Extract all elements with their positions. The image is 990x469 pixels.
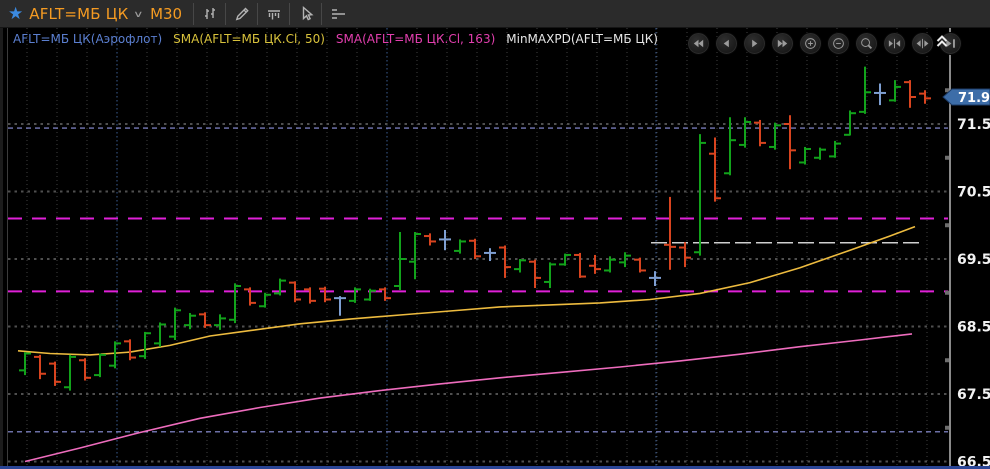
timeframe-selector[interactable]: M30 [150,5,182,23]
chart-panel: 71.570.569.568.567.566.571.9 AFLT=МБ ЦК(… [0,28,990,469]
compress-scale-button[interactable] [883,32,906,55]
scroll-left-button[interactable] [715,32,738,55]
chart-nav-controls [687,32,962,55]
toolbar-separator [257,3,258,25]
toolbar-separator [225,3,226,25]
favorite-star-icon[interactable]: ★ [8,0,23,28]
legend-minmaxpd: MinMAXPD(AFLT=МБ ЦК) [506,32,658,46]
price-axis-label: 71.5 [957,117,990,133]
expand-scale-button[interactable] [911,32,934,55]
collapse-chevron-icon[interactable] [934,33,950,49]
toolbar-separator [289,3,290,25]
chart-plot[interactable]: 71.570.569.568.567.566.571.9 [0,28,990,469]
chevron-down-icon[interactable]: ∨ [133,10,144,20]
current-price-value: 71.9 [958,91,990,106]
indicator-icon[interactable] [259,2,288,26]
price-axis-label: 67.5 [957,387,990,403]
legend-sma163: SMA(AFLT=МБ ЦК.Cl, 163) [336,32,495,46]
price-axis-label: 69.5 [957,252,990,268]
trading-terminal-window: ★ AFLT=МБ ЦК ∨ M30 71.570.569.568.567.56… [0,0,990,469]
instrument-selector[interactable]: AFLT=МБ ЦК [29,5,128,23]
scroll-right-button[interactable] [743,32,766,55]
cursor-icon[interactable] [291,2,320,26]
zoom-out-button[interactable] [827,32,850,55]
scroll-fast-left-button[interactable] [687,32,710,55]
price-axis-label: 70.5 [957,185,990,201]
toolbar-separator [193,3,194,25]
chart-style-icon[interactable] [195,2,224,26]
toolbar-separator [321,3,322,25]
price-axis-label: 68.5 [957,320,990,336]
chart-toolbar: ★ AFLT=МБ ЦК ∨ M30 [0,0,990,28]
draw-pencil-icon[interactable] [227,2,256,26]
zoom-window-button[interactable] [855,32,878,55]
scroll-fast-right-button[interactable] [771,32,794,55]
legend-instrument: AFLT=МБ ЦК(Аэрофлот) [13,32,162,46]
zoom-in-button[interactable] [799,32,822,55]
legend-sma50: SMA(AFLT=МБ ЦК.Cl, 50) [173,32,325,46]
levels-icon[interactable] [323,2,352,26]
chart-legend: AFLT=МБ ЦК(Аэрофлот) SMA(AFLT=МБ ЦК.Cl, … [13,32,658,46]
